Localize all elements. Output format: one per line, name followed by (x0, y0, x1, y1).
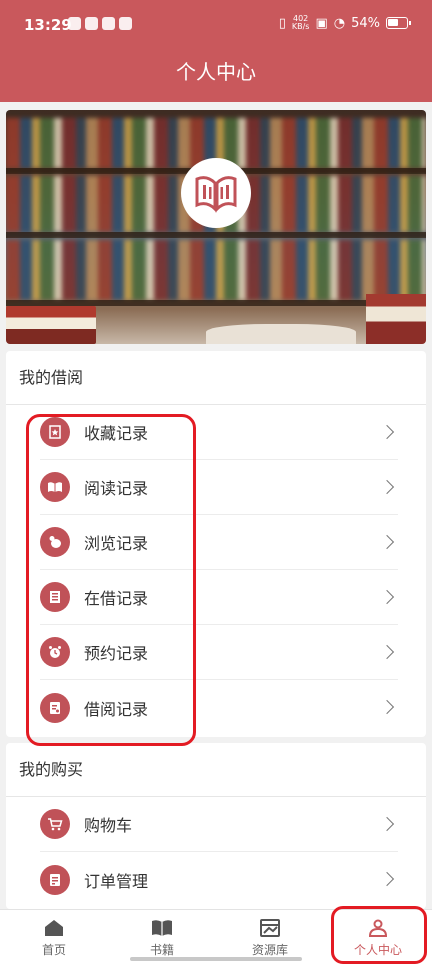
borrowing-icon (40, 582, 70, 612)
status-bar: 13:29 ▯ 402 KB/s ▣ ◔ 54% (0, 0, 432, 52)
section-title-purchases: 我的购买 (6, 743, 426, 797)
item-label: 预约记录 (84, 644, 149, 663)
chevron-right-icon (379, 871, 395, 887)
browse-records-item[interactable]: 浏览记录 (40, 515, 398, 570)
chevron-right-icon (379, 644, 395, 660)
tab-label: 个人中心 (353, 943, 402, 957)
page-header: 个人中心 (0, 52, 432, 102)
app-notification-icon (119, 17, 132, 30)
tab-books[interactable]: 书籍 (108, 910, 216, 964)
item-label: 浏览记录 (84, 534, 149, 553)
home-icon (45, 920, 63, 936)
banner-image (6, 110, 426, 344)
resource-icon (260, 919, 280, 937)
borrow-history-item[interactable]: 借阅记录 (40, 680, 398, 735)
item-label: 订单管理 (84, 871, 149, 891)
browse-icon (40, 527, 70, 557)
person-icon (368, 919, 388, 937)
borrowing-records-item[interactable]: 在借记录 (40, 570, 398, 625)
chevron-right-icon (379, 424, 395, 440)
item-label: 借阅记录 (84, 699, 149, 719)
item-label: 阅读记录 (84, 479, 149, 498)
tab-home[interactable]: 首页 (0, 910, 108, 964)
tab-personal-center[interactable]: 个人中心 (324, 910, 432, 964)
chevron-right-icon (379, 534, 395, 550)
item-label: 收藏记录 (84, 424, 149, 443)
shopping-cart-item[interactable]: 购物车 (40, 797, 398, 852)
tab-label: 书籍 (149, 943, 174, 957)
bottom-tab-bar: 首页 书籍 资源库 个人中心 (0, 909, 432, 964)
borrow-history-icon (40, 692, 70, 723)
my-purchases-section: 我的购买 购物车 订单管理 (6, 743, 426, 909)
library-logo-icon (195, 176, 237, 213)
app-notification-icon (85, 17, 98, 30)
shopping-cart-icon (40, 809, 70, 839)
battery-icon (386, 17, 411, 29)
open-book-icon (40, 472, 70, 502)
shelf-board (6, 232, 426, 238)
battery-percent: 54% (351, 15, 380, 31)
home-indicator (130, 957, 302, 961)
sim-icon: ▣ (315, 15, 328, 31)
app-notification-icon (68, 17, 81, 30)
favorite-records-item[interactable]: 收藏记录 (40, 405, 398, 460)
chevron-right-icon (379, 479, 395, 495)
notification-icons (68, 17, 132, 30)
chevron-right-icon (379, 589, 395, 605)
tab-label: 资源库 (251, 943, 288, 957)
wifi-icon: ◔ (333, 15, 346, 31)
library-logo (181, 158, 251, 228)
vibrate-icon: ▯ (278, 15, 286, 31)
my-borrowing-section: 我的借阅 收藏记录 阅读记录 浏览记录 在借记录 预约记录 借阅记录 (6, 351, 426, 737)
bookshelf-row (6, 240, 426, 300)
order-icon (40, 864, 70, 895)
status-indicators: ▯ 402 KB/s ▣ ◔ 54% (278, 15, 411, 31)
reservation-records-item[interactable]: 预约记录 (40, 625, 398, 680)
chevron-right-icon (379, 699, 395, 715)
section-title-borrowing: 我的借阅 (6, 351, 426, 405)
reading-records-item[interactable]: 阅读记录 (40, 460, 398, 515)
item-label: 在借记录 (84, 589, 149, 608)
status-time: 13:29 (24, 16, 72, 34)
chevron-right-icon (379, 816, 395, 832)
order-management-item[interactable]: 订单管理 (40, 852, 398, 907)
tab-resources[interactable]: 资源库 (216, 910, 324, 964)
open-book (206, 324, 356, 344)
tab-label: 首页 (41, 943, 66, 957)
app-notification-icon (102, 17, 115, 30)
book-icon (152, 920, 172, 936)
book-stack (6, 306, 96, 344)
favorite-icon (40, 417, 70, 447)
net-speed-unit: KB/s (291, 22, 310, 31)
item-label: 购物车 (84, 816, 133, 835)
alarm-clock-icon (40, 637, 70, 667)
network-speed: 402 KB/s (292, 15, 310, 31)
page-title: 个人中心 (176, 60, 256, 84)
book-stack (366, 294, 426, 344)
